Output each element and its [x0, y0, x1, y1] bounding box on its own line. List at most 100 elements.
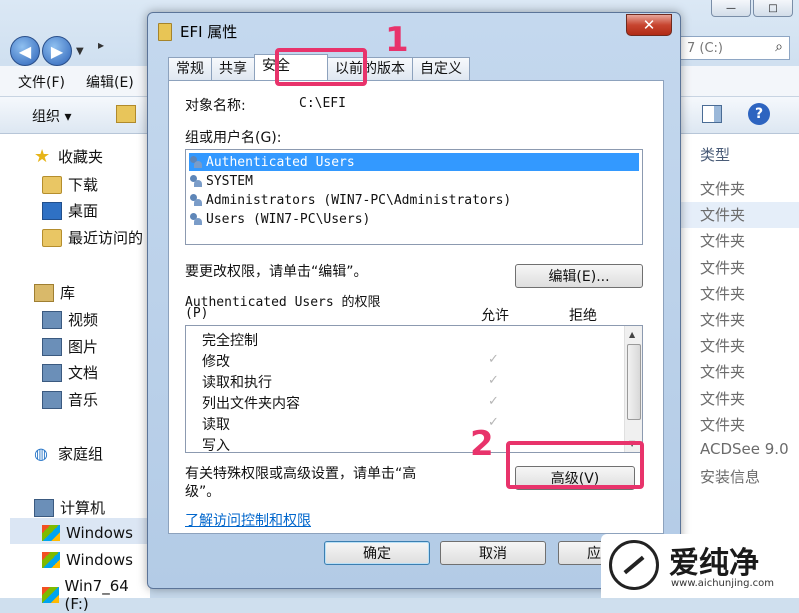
file-type-cell[interactable]: 安装信息 [700, 466, 760, 487]
file-type-cell[interactable]: 文件夹 [700, 414, 745, 435]
user-row-users[interactable]: Users (WIN7-PC\Users) [189, 210, 639, 228]
type-column-header[interactable]: 类型 [700, 144, 730, 165]
permissions-list[interactable]: 完全控制 修改 ✓ 读取和执行 ✓ 列出文件夹内容 ✓ 读取 ✓ 写入 ▲ ▼ [185, 325, 643, 453]
tab-sharing[interactable]: 共享 [211, 57, 255, 80]
check-icon: ✓ [488, 394, 499, 409]
file-type-cell[interactable]: 文件夹 [700, 257, 745, 278]
user-group-icon [189, 212, 203, 226]
nav-music[interactable]: 音乐 [42, 389, 98, 410]
file-type-cell[interactable]: ACDSee 9.0 [700, 440, 789, 458]
menu-file[interactable]: 文件(F) [18, 72, 65, 92]
nav-pictures[interactable]: 图片 [42, 336, 98, 357]
user-group-icon [189, 174, 203, 188]
file-type-cell[interactable]: 文件夹 [700, 335, 745, 356]
nav-buttons: ◀ ▶ ▼ [10, 36, 84, 66]
nav-videos[interactable]: 视频 [42, 309, 98, 330]
preview-pane-icon[interactable] [702, 105, 722, 123]
learn-access-control-link[interactable]: 了解访问控制和权限 [185, 510, 311, 530]
file-type-cell[interactable]: 文件夹 [700, 309, 745, 330]
nav-label: 文档 [68, 364, 99, 382]
document-icon [42, 363, 62, 382]
file-type-cell[interactable]: 文件夹 [700, 230, 745, 251]
special-permissions-text-2: 级”。 [185, 484, 221, 500]
user-name: Users (WIN7-PC\Users) [206, 211, 371, 227]
users-listbox[interactable]: Authenticated Users SYSTEM Administrator… [185, 149, 643, 245]
nav-computer[interactable]: 计算机 [34, 497, 105, 518]
nav-label: 图片 [68, 338, 99, 356]
user-row-administrators[interactable]: Administrators (WIN7-PC\Administrators) [189, 191, 639, 209]
nav-label: Win7_64 (F:) [64, 577, 129, 613]
nav-documents[interactable]: 文档 [42, 362, 98, 383]
special-permissions-text: 有关特殊权限或高级设置，请单击“高 [185, 466, 417, 482]
nav-label: Windows [66, 551, 133, 569]
change-permissions-text: 要更改权限，请单击“编辑”。 [185, 264, 368, 280]
perm-full-control: 完全控制 [202, 333, 258, 349]
nav-drive-win7[interactable]: Win7_64 (F:) [42, 577, 150, 613]
nav-downloads[interactable]: 下载 [42, 174, 98, 195]
permissions-title: Authenticated Users 的权限 [185, 295, 381, 310]
address-drive[interactable]: 7 (C:) ⌕ [680, 36, 790, 60]
scroll-up-icon[interactable]: ▲ [629, 330, 635, 339]
file-type-cell[interactable]: 文件夹 [700, 283, 745, 304]
user-group-icon [189, 193, 203, 207]
close-button[interactable]: ✕ [626, 14, 672, 36]
dialog-title: EFI 属性 [180, 23, 238, 41]
organize-button[interactable]: 组织 ▾ [32, 106, 71, 126]
nav-label: 视频 [68, 311, 99, 329]
nav-favorites[interactable]: ★ 收藏夹 [34, 146, 103, 167]
scroll-thumb[interactable] [627, 344, 641, 420]
highlight-advanced-button [506, 441, 644, 489]
recent-icon [42, 228, 62, 247]
file-type-cell[interactable]: 文件夹 [700, 361, 745, 382]
nav-label: 家庭组 [58, 445, 104, 463]
window-controls: — □ [711, 0, 793, 17]
nav-label: 最近访问的 [68, 229, 144, 247]
step-2-marker: 2 [470, 424, 494, 464]
group-users-label: 组或用户名(G): [185, 130, 282, 146]
cancel-button[interactable]: 取消 [440, 541, 546, 565]
address-bar[interactable]: ▸ [98, 38, 104, 52]
forward-button[interactable]: ▶ [42, 36, 72, 66]
permissions-scrollbar[interactable]: ▲ ▼ [624, 326, 642, 452]
nav-label: 下载 [68, 176, 99, 194]
file-type-cell[interactable]: 文件夹 [700, 388, 745, 409]
drive-text: 7 (C:) [687, 40, 724, 56]
chevron-down-icon[interactable]: ▼ [76, 46, 84, 57]
perm-write: 写入 [202, 438, 230, 453]
library-icon [34, 283, 54, 302]
watermark: 爱纯净 www.aichunjing.com [601, 534, 799, 598]
help-icon[interactable]: ? [748, 103, 770, 125]
watermark-text: 爱纯净 [669, 546, 759, 581]
user-name: SYSTEM [206, 173, 253, 189]
tab-general[interactable]: 常规 [168, 57, 212, 80]
allow-header: 允许 [481, 308, 509, 324]
tab-customize[interactable]: 自定义 [412, 57, 470, 80]
ok-button[interactable]: 确定 [324, 541, 430, 565]
nav-desktop[interactable]: 桌面 [42, 200, 98, 221]
nav-recent[interactable]: 最近访问的 [42, 227, 143, 248]
user-group-icon [189, 155, 203, 169]
maximize-button[interactable]: □ [753, 0, 793, 17]
nav-homegroup[interactable]: ◍ 家庭组 [34, 443, 103, 464]
folder-icon [158, 23, 172, 41]
picture-icon [42, 337, 62, 356]
file-type-cell[interactable]: 文件夹 [700, 178, 745, 199]
menu-edit[interactable]: 编辑(E) [86, 72, 134, 92]
edit-button[interactable]: 编辑(E)... [515, 264, 643, 288]
nav-drive-windows-1[interactable]: Windows [42, 524, 133, 542]
file-type-cell[interactable]: 文件夹 [700, 204, 745, 225]
video-icon [42, 310, 62, 329]
user-name: Administrators (WIN7-PC\Administrators) [206, 192, 512, 208]
check-icon: ✓ [488, 373, 499, 388]
nav-drive-windows-2[interactable]: Windows [42, 551, 133, 569]
watermark-url: www.aichunjing.com [671, 578, 774, 589]
object-name-label: 对象名称: [185, 98, 246, 114]
search-icon[interactable]: ⌕ [775, 39, 783, 55]
nav-libraries[interactable]: 库 [34, 282, 75, 303]
minimize-button[interactable]: — [711, 0, 751, 17]
folder-icon[interactable] [116, 105, 136, 123]
desktop-icon [42, 201, 62, 220]
user-row-authenticated[interactable]: Authenticated Users [189, 153, 639, 171]
user-row-system[interactable]: SYSTEM [189, 172, 639, 190]
back-button[interactable]: ◀ [10, 36, 40, 66]
